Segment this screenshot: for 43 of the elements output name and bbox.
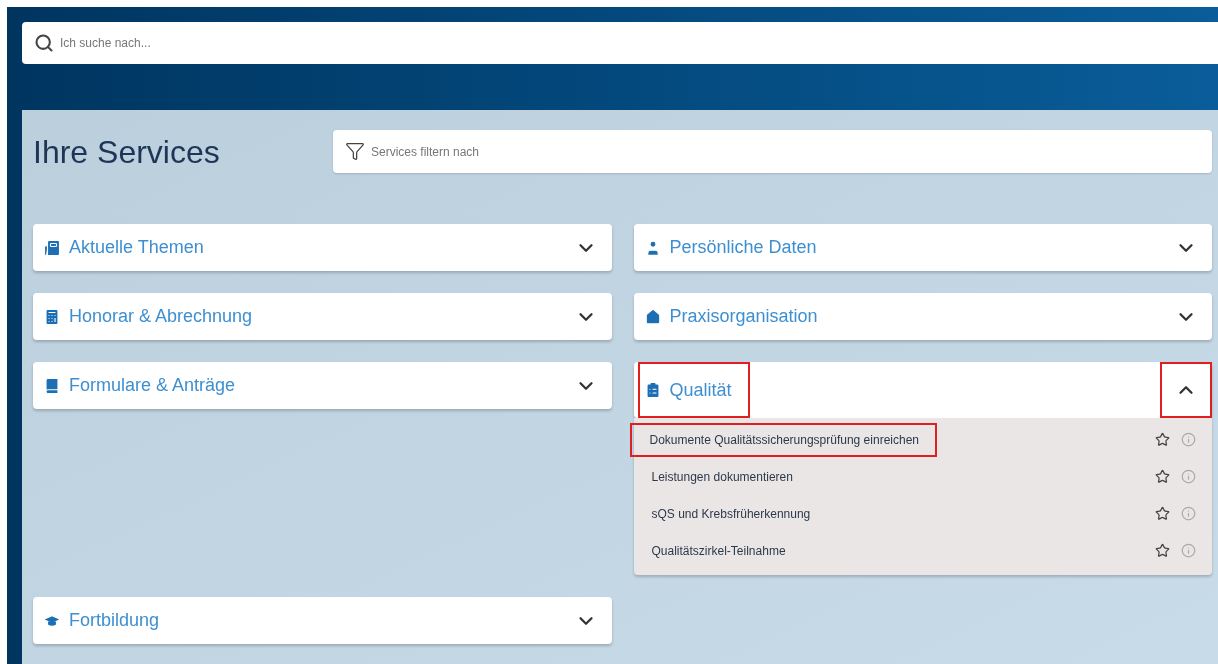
section-header[interactable]: Honorar & Abrechnung [33, 293, 612, 340]
star-icon[interactable] [1155, 543, 1170, 558]
section-title: Formulare & Anträge [69, 374, 236, 397]
info-icon[interactable] [1181, 469, 1196, 484]
section-header[interactable]: Fortbildung [33, 597, 612, 644]
section-title: Praxisorganisation [669, 305, 818, 328]
section-title: Persönliche Daten [669, 236, 817, 259]
section-header[interactable]: Formulare & Anträge [33, 362, 612, 409]
newspaper-icon [43, 238, 61, 257]
section-title-area[interactable]: Persönliche Daten [637, 224, 835, 271]
calculator-icon [43, 307, 61, 326]
info-icon[interactable] [1181, 543, 1196, 558]
section-title-area[interactable]: Fortbildung [37, 597, 178, 644]
star-icon[interactable] [1155, 432, 1170, 447]
subitem-link[interactable]: sQS und Krebsfrüherkennung [633, 496, 829, 531]
section-title-area[interactable]: Praxisorganisation [637, 293, 836, 340]
toggle-button[interactable] [1160, 362, 1212, 418]
house-icon [643, 307, 662, 326]
info-icon[interactable] [1181, 506, 1196, 521]
section-header[interactable]: Praxisorganisation [633, 293, 1212, 340]
section-title-area[interactable]: Honorar & Abrechnung [37, 293, 271, 340]
subitem-link[interactable]: Qualitätszirkel-Teilnahme [633, 533, 804, 568]
info-icon[interactable] [1181, 432, 1196, 447]
section-title: Aktuelle Themen [69, 236, 204, 259]
book-icon [43, 376, 61, 395]
subitem-link[interactable]: Leistungen dokumentieren [633, 459, 811, 494]
section-header[interactable]: Persönliche Daten [633, 224, 1212, 271]
section-title-area[interactable]: Formulare & Anträge [37, 362, 254, 409]
filter-field[interactable]: Services filtern nach [333, 130, 1212, 173]
section-header[interactable]: Aktuelle Themen [33, 224, 612, 271]
subitem-link[interactable]: Dokumente Qualitätssicherungsprüfung einreichen [629, 422, 937, 457]
page-title: Ihre Services [33, 132, 221, 172]
section-title: Fortbildung [69, 609, 160, 632]
section-title-area[interactable]: Aktuelle Themen [37, 224, 222, 271]
star-icon[interactable] [1155, 469, 1170, 484]
section-title: Qualität [669, 378, 732, 402]
star-icon[interactable] [1155, 506, 1170, 521]
filter-icon [345, 141, 365, 161]
section-title-area[interactable]: Qualität [637, 362, 750, 418]
section-header[interactable]: Qualität [633, 362, 1212, 418]
search-icon [34, 33, 54, 53]
section-title: Honorar & Abrechnung [69, 305, 253, 328]
search-field[interactable]: Ich suche nach... [22, 22, 1218, 64]
